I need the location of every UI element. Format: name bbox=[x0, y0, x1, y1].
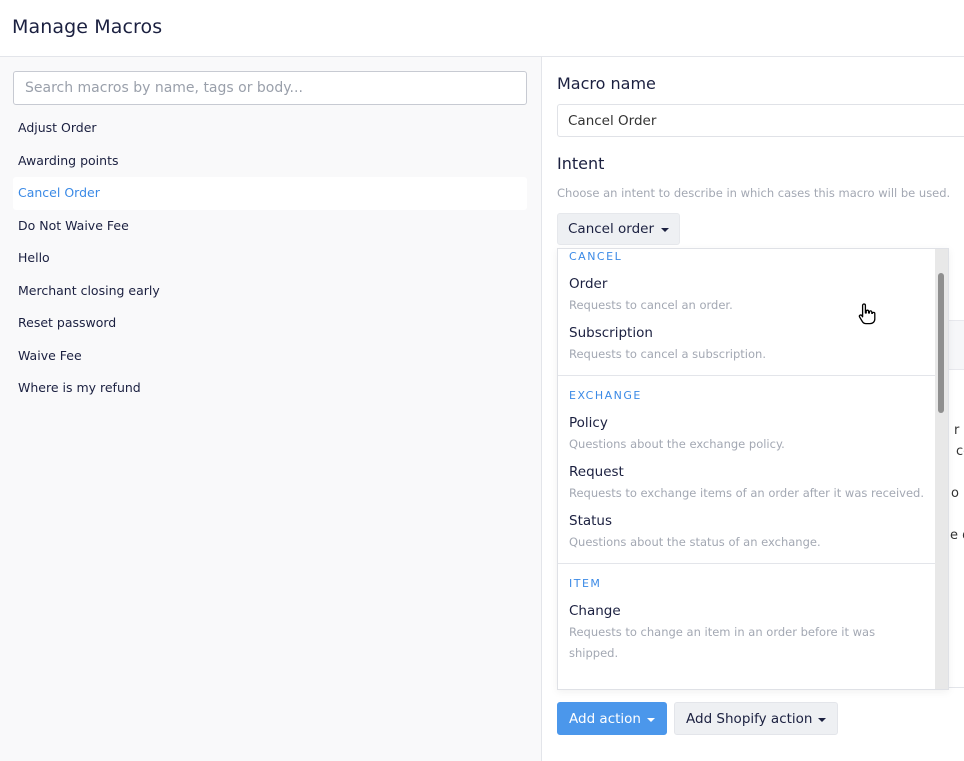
add-action-label: Add action bbox=[569, 710, 641, 727]
macro-item-hello[interactable]: Hello bbox=[13, 242, 527, 275]
hidden-body-text-fragment: r re bbox=[954, 423, 964, 438]
macro-sidebar: Adjust Order Awarding points Cancel Orde… bbox=[0, 57, 542, 761]
intent-option-title: Status bbox=[569, 513, 613, 529]
macro-search-input[interactable] bbox=[13, 71, 527, 105]
macro-item-merchant-closing-early[interactable]: Merchant closing early bbox=[13, 275, 527, 308]
intent-option-cancel-order[interactable]: Order Requests to cancel an order. bbox=[558, 265, 936, 316]
macro-item-reset-password[interactable]: Reset password bbox=[13, 307, 527, 340]
hidden-body-text-fragment: co bbox=[956, 444, 964, 459]
menu-divider bbox=[558, 375, 936, 376]
intent-group-header-cancel: CANCEL bbox=[569, 250, 623, 263]
caret-down-icon bbox=[647, 718, 655, 722]
add-shopify-action-button[interactable]: Add Shopify action bbox=[674, 702, 838, 735]
hand-pointer-icon bbox=[858, 303, 876, 325]
intent-option-description: Requests to cancel a subscription. bbox=[569, 347, 766, 361]
intent-option-exchange-request[interactable]: Request Requests to exchange items of an… bbox=[558, 455, 936, 504]
macro-name-input[interactable] bbox=[557, 104, 964, 137]
intent-option-title: Change bbox=[569, 603, 621, 619]
intent-dropdown-value: Cancel order bbox=[568, 221, 655, 237]
macro-item-adjust-order[interactable]: Adjust Order bbox=[13, 112, 527, 145]
page-title: Manage Macros bbox=[12, 16, 163, 38]
intent-helper-text: Choose an intent to describe in which ca… bbox=[557, 186, 951, 200]
intent-option-item-change[interactable]: Change Requests to change an item in an … bbox=[558, 592, 936, 664]
intent-option-title: Subscription bbox=[569, 325, 653, 341]
dropdown-scrollbar[interactable] bbox=[935, 249, 948, 689]
macro-item-awarding-points[interactable]: Awarding points bbox=[13, 145, 527, 178]
intent-option-description: Requests to exchange items of an order a… bbox=[569, 486, 924, 500]
macro-item-cancel-order[interactable]: Cancel Order bbox=[13, 177, 527, 210]
intent-label: Intent bbox=[557, 154, 605, 173]
intent-option-exchange-status[interactable]: Status Questions about the status of an … bbox=[558, 504, 936, 553]
add-shopify-action-label: Add Shopify action bbox=[686, 710, 813, 727]
intent-option-exchange-policy[interactable]: Policy Questions about the exchange poli… bbox=[558, 404, 936, 455]
intent-option-description: Requests to change an item in an order b… bbox=[569, 625, 876, 660]
macro-name-label: Macro name bbox=[557, 74, 656, 93]
macro-item-where-is-my-refund[interactable]: Where is my refund bbox=[13, 372, 527, 405]
intent-dropdown-menu: CANCEL Order Requests to cancel an order… bbox=[557, 248, 949, 690]
add-action-button[interactable]: Add action bbox=[557, 702, 667, 735]
hidden-body-text-fragment: e de bbox=[950, 528, 964, 543]
intent-option-title: Policy bbox=[569, 415, 608, 431]
intent-option-description: Questions about the status of an exchang… bbox=[569, 535, 821, 549]
menu-divider bbox=[558, 563, 936, 564]
macro-list: Adjust Order Awarding points Cancel Orde… bbox=[13, 112, 527, 405]
intent-option-cancel-subscription[interactable]: Subscription Requests to cancel a subscr… bbox=[558, 316, 936, 365]
intent-dropdown-button[interactable]: Cancel order bbox=[557, 213, 680, 245]
intent-group-header-exchange: EXCHANGE bbox=[569, 389, 642, 402]
intent-option-title: Request bbox=[569, 464, 624, 480]
intent-group-header-item: ITEM bbox=[569, 577, 602, 590]
intent-option-description: Questions about the exchange policy. bbox=[569, 437, 785, 451]
page-header: Manage Macros bbox=[0, 0, 964, 57]
caret-down-icon bbox=[818, 718, 826, 722]
scrollbar-thumb[interactable] bbox=[938, 273, 944, 413]
hidden-body-text-fragment: o n bbox=[951, 486, 964, 501]
macro-item-do-not-waive-fee[interactable]: Do Not Waive Fee bbox=[13, 210, 527, 243]
caret-down-icon bbox=[661, 228, 669, 232]
macro-item-waive-fee[interactable]: Waive Fee bbox=[13, 340, 527, 373]
intent-option-title: Order bbox=[569, 276, 608, 292]
